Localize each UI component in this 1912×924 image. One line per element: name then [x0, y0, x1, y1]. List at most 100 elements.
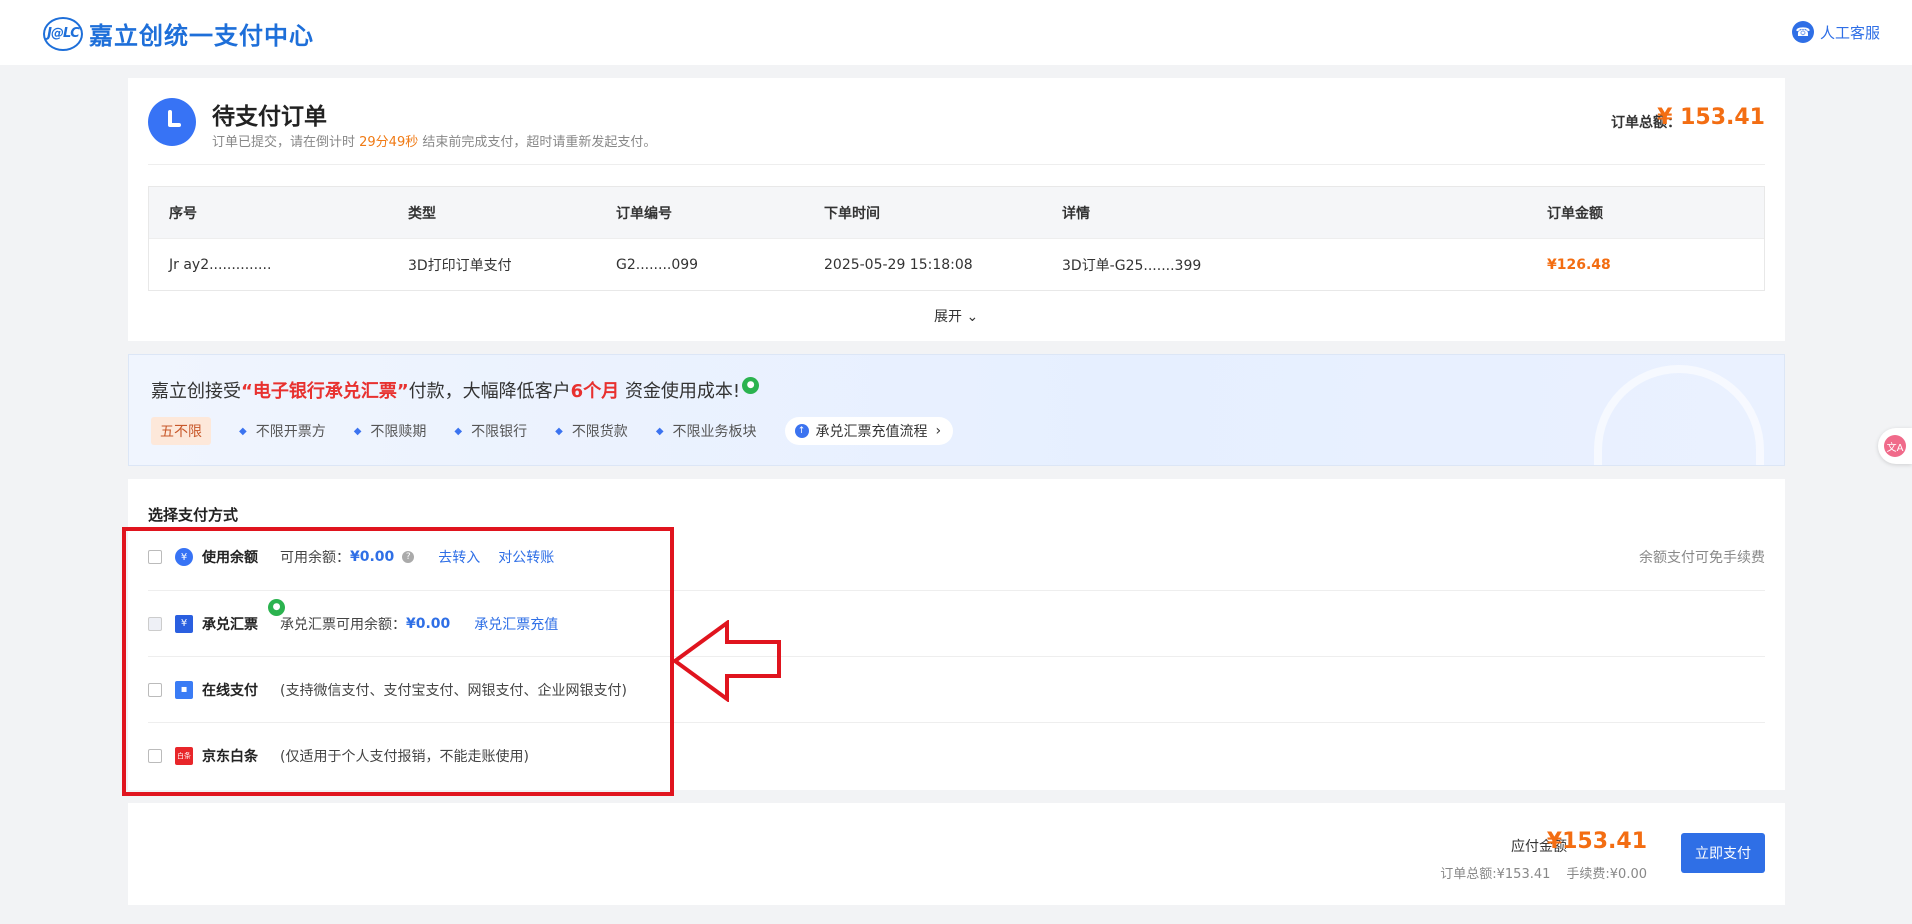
bill-promo-banner: 嘉立创接受“电子银行承兑汇票”付款，大幅降低客户6个月 资金使用成本! ● 五不限…: [128, 354, 1785, 466]
chevron-right-icon: ›: [935, 423, 942, 439]
col-time: 下单时间: [824, 205, 880, 222]
payment-footer: 应付金额 ¥153.41 订单总额:¥153.41 手续费:¥0.00 立即支付: [128, 803, 1785, 905]
col-type: 类型: [408, 205, 436, 222]
banner-title-highlight: “电子银行承兑汇票”: [241, 381, 409, 402]
chip-item: ◆ 不限赎期: [354, 421, 427, 441]
chip-five-unlimited: 五不限: [151, 417, 211, 445]
chip-label: 不限业务板块: [672, 424, 757, 440]
diamond-icon: ◆: [353, 425, 362, 437]
wechat-icon: ●: [268, 599, 285, 616]
banner-chips: 五不限 ◆ 不限开票方 ◆ 不限赎期 ◆ 不限银行 ◆ 不限货款 ◆ 不限业务板块 ↑ 承…: [151, 417, 954, 445]
countdown-suffix: 结束前完成支付，超时请重新发起支付。: [418, 135, 657, 150]
pay-option-online: ▪ 在线支付 (支持微信支付、支付宝支付、网银支付、企业网银支付): [148, 656, 1765, 722]
order-total-value: ¥ 153.41: [1657, 105, 1765, 130]
order-table: 序号 类型 订单编号 下单时间 详情 订单金额 Jr ay2..........…: [148, 186, 1765, 291]
diamond-icon: ◆: [655, 425, 664, 437]
corporate-transfer-link[interactable]: 对公转账: [498, 547, 554, 567]
footer-breakdown: 订单总额:¥153.41 手续费:¥0.00: [1440, 863, 1647, 882]
flow-button-label: 承兑汇票充值流程: [815, 424, 928, 440]
table-row: Jr ay2.............. 3D打印订单支付 G2........…: [149, 238, 1764, 290]
bill-name: 承兑汇票: [202, 616, 258, 633]
fee-free-note: 余额支付可免手续费: [1639, 550, 1765, 566]
countdown-prefix: 订单已提交，请在倒计时: [212, 135, 360, 150]
col-detail: 详情: [1062, 205, 1090, 222]
logo-mark: J@LC: [43, 16, 83, 51]
banner-title-suffix: 资金使用成本!: [624, 381, 741, 402]
cell-amount: ¥126.48: [1547, 256, 1611, 273]
payment-heading: 选择支付方式: [148, 506, 239, 524]
help-icon[interactable]: ?: [402, 551, 415, 563]
payment-method-card: 选择支付方式 ¥ 使用余额 可用余额： ¥0.00 ? 去转入 对公转账 余额支…: [128, 479, 1785, 790]
bill-available-label: 承兑汇票可用余额：: [280, 616, 406, 633]
cell-order-no: G2........099: [616, 256, 699, 273]
customer-service-link[interactable]: ☎ 人工客服: [1791, 21, 1880, 43]
transfer-in-link[interactable]: 去转入: [438, 547, 480, 567]
wallet-icon: ▪: [175, 680, 193, 699]
banner-title: 嘉立创接受“电子银行承兑汇票”付款，大幅降低客户6个月 资金使用成本! ●: [151, 377, 760, 403]
countdown-timer: 29分49秒: [359, 135, 419, 150]
countdown-notice: 订单已提交，请在倒计时 29分49秒 结束前完成支付，超时请重新发起支付。: [212, 131, 656, 150]
chip-label: 不限货款: [571, 424, 628, 440]
online-name: 在线支付: [202, 682, 258, 699]
brand-title: 嘉立创统一支付中心: [89, 22, 314, 50]
bill-checkbox[interactable]: [148, 616, 162, 631]
col-index: 序号: [169, 205, 197, 222]
cell-detail: 3D订单-G25.......399: [1062, 257, 1202, 274]
chip-item: ◆ 不限业务板块: [656, 421, 757, 441]
chip-item: ◆ 不限货款: [555, 421, 628, 441]
col-amount: 订单金额: [1547, 205, 1603, 222]
banner-title-mid: 付款，大幅降低客户: [408, 381, 571, 402]
diamond-icon: ◆: [454, 425, 463, 437]
divider: [148, 164, 1765, 165]
online-desc: (支持微信支付、支付宝支付、网银支付、企业网银支付): [280, 682, 627, 699]
translate-float-button[interactable]: 文A: [1878, 428, 1912, 464]
banner-decoration: [1594, 365, 1764, 465]
cell-time: 2025-05-29 15:18:08: [824, 256, 973, 273]
wechat-icon: ●: [742, 377, 760, 394]
cell-index: Jr ay2..............: [169, 256, 272, 273]
customer-service-label: 人工客服: [1819, 23, 1880, 42]
balance-name: 使用余额: [202, 550, 258, 566]
pending-order-card: 待支付订单 订单已提交，请在倒计时 29分49秒 结束前完成支付，超时请重新发起…: [128, 78, 1785, 341]
bill-available-value: ¥0.00: [406, 615, 451, 632]
col-order-no: 订单编号: [616, 205, 672, 222]
jd-checkbox[interactable]: [148, 748, 162, 763]
diamond-icon: ◆: [555, 425, 563, 437]
pay-option-balance: ¥ 使用余额 可用余额： ¥0.00 ? 去转入 对公转账 余额支付可免手续费: [148, 524, 1765, 590]
footer-fee: 手续费:¥0.00: [1566, 867, 1647, 882]
bill-recharge-flow-button[interactable]: ↑ 承兑汇票充值流程 ›: [784, 417, 954, 445]
balance-available-label: 可用余额：: [280, 550, 350, 566]
clock-icon: [148, 98, 196, 146]
online-checkbox[interactable]: [148, 682, 162, 697]
due-value: ¥153.41: [1546, 829, 1647, 854]
jd-baitiao-icon: 白条: [175, 746, 193, 765]
yuan-coin-icon: ¥: [175, 548, 193, 566]
pay-option-jd: 白条 京东白条 (仅适用于个人支付报销，不能走账使用): [148, 722, 1765, 788]
page-title: 待支付订单: [212, 104, 327, 130]
brand-logo[interactable]: J@LC 嘉立创统一支付中心: [43, 16, 314, 51]
balance-checkbox[interactable]: [148, 550, 162, 564]
info-icon: ↑: [794, 424, 809, 438]
chip-item: ◆ 不限开票方: [239, 421, 326, 441]
cell-type: 3D打印订单支付: [408, 257, 512, 274]
balance-available-value: ¥0.00: [350, 549, 395, 565]
top-header: J@LC 嘉立创统一支付中心 ☎ 人工客服: [0, 0, 1912, 65]
chip-label: 不限银行: [471, 424, 528, 440]
jd-desc: (仅适用于个人支付报销，不能走账使用): [280, 748, 529, 765]
expand-button[interactable]: 展开 ⌄: [934, 306, 978, 326]
headset-icon: ☎: [1791, 21, 1814, 43]
pay-now-button[interactable]: 立即支付: [1681, 833, 1765, 873]
table-header-row: 序号 类型 订单编号 下单时间 详情 订单金额: [149, 187, 1764, 238]
bill-icon: ¥: [175, 614, 193, 633]
chip-label: 不限开票方: [255, 424, 326, 440]
banner-title-prefix: 嘉立创接受: [151, 381, 241, 402]
bill-recharge-link[interactable]: 承兑汇票充值: [474, 614, 558, 634]
diamond-icon: ◆: [239, 425, 247, 437]
banner-title-months: 6个月: [570, 381, 620, 402]
footer-order-total: 订单总额:¥153.41: [1440, 867, 1551, 882]
chip-label: 不限赎期: [370, 424, 427, 440]
jd-name: 京东白条: [202, 748, 258, 765]
pay-option-bill: ¥ 承兑汇票 ● 承兑汇票可用余额： ¥0.00 承兑汇票充值: [148, 590, 1765, 656]
translate-icon: 文A: [1884, 435, 1906, 457]
chip-item: ◆ 不限银行: [454, 421, 527, 441]
